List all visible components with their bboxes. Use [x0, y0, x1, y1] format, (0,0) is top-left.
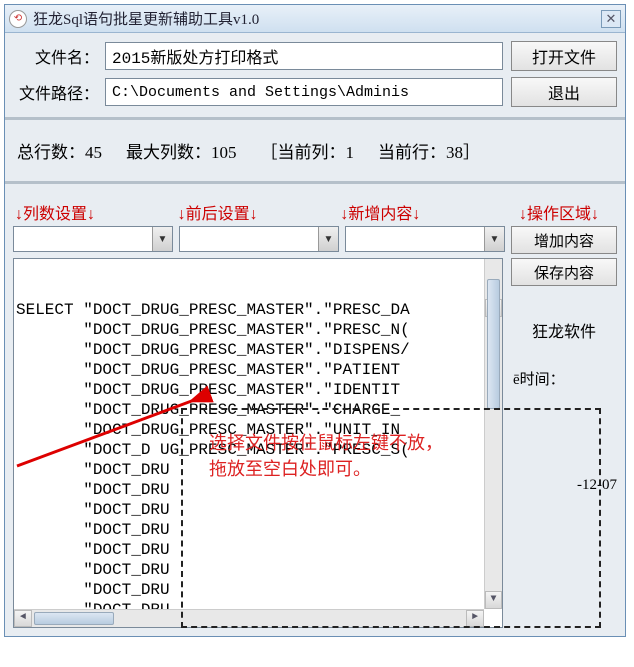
- scroll-down-icon[interactable]: ▼: [485, 591, 502, 609]
- filename-field[interactable]: [105, 42, 503, 70]
- open-file-button[interactable]: 打开文件: [511, 41, 617, 71]
- brand-label: 狂龙软件: [511, 294, 617, 342]
- hdr-around-setting: ↓前后设置↓: [178, 200, 341, 224]
- close-icon[interactable]: ✕: [601, 10, 621, 28]
- date-fragment: -12-07: [511, 397, 617, 494]
- horizontal-scrollbar[interactable]: ◄ ►: [14, 609, 484, 627]
- vscroll-thumb[interactable]: [487, 279, 500, 409]
- filepath-label: 文件路径：: [13, 80, 105, 104]
- add-content-button[interactable]: 增加内容: [511, 226, 617, 254]
- filepath-field[interactable]: [105, 78, 503, 106]
- window-title: 狂龙Sql语句批星更新辅助工具v1.0: [33, 8, 601, 29]
- side-column: 保存内容 狂龙软件 ē时间： -12-07: [511, 258, 617, 628]
- save-content-button[interactable]: 保存内容: [511, 258, 617, 286]
- client-area: 文件名： 打开文件 文件路径： 退出 总行数：45 最大列数：105 ［当前列：…: [5, 33, 625, 636]
- status-row: 总行数：45 最大列数：105 ［当前列：1 当前行：38］: [13, 130, 617, 171]
- cur-row: 当前行：38］: [378, 138, 480, 163]
- chevron-down-icon: ▼: [152, 227, 172, 251]
- divider-1: [5, 117, 625, 120]
- app-window: ⟲ 狂龙Sql语句批星更新辅助工具v1.0 ✕ 文件名： 打开文件 文件路径： …: [4, 4, 626, 637]
- cur-col: ［当前列：1: [261, 138, 355, 163]
- scroll-left-icon[interactable]: ◄: [14, 610, 32, 627]
- app-icon: ⟲: [9, 10, 27, 28]
- total-rows: 总行数：45: [17, 138, 102, 163]
- combo-around-setting[interactable]: ▼: [179, 226, 339, 252]
- hdr-col-setting: ↓列数设置↓: [15, 200, 178, 224]
- chevron-down-icon: ▼: [318, 227, 338, 251]
- sql-editor[interactable]: SELECT "DOCT_DRUG_PRESC_MASTER"."PRESC_D…: [13, 258, 503, 628]
- scroll-right-icon[interactable]: ►: [466, 610, 484, 627]
- divider-2: [5, 181, 625, 184]
- section-headers: ↓列数设置↓ ↓前后设置↓ ↓新增内容↓ ↓操作区域↓: [13, 194, 617, 226]
- hscroll-thumb[interactable]: [34, 612, 114, 625]
- combo-col-setting[interactable]: ▼: [13, 226, 173, 252]
- chevron-down-icon: ▼: [484, 227, 504, 251]
- titlebar[interactable]: ⟲ 狂龙Sql语句批星更新辅助工具v1.0 ✕: [5, 5, 625, 33]
- time-label: ē时间：: [511, 350, 617, 389]
- hdr-op-area: ↓操作区域↓: [503, 200, 615, 224]
- hdr-new-content: ↓新增内容↓: [340, 200, 503, 224]
- combo-new-content[interactable]: ▼: [345, 226, 505, 252]
- exit-button[interactable]: 退出: [511, 77, 617, 107]
- max-cols: 最大列数：105: [126, 138, 237, 163]
- filename-label: 文件名：: [13, 44, 105, 68]
- vertical-scrollbar[interactable]: ▲ ▼: [484, 259, 502, 609]
